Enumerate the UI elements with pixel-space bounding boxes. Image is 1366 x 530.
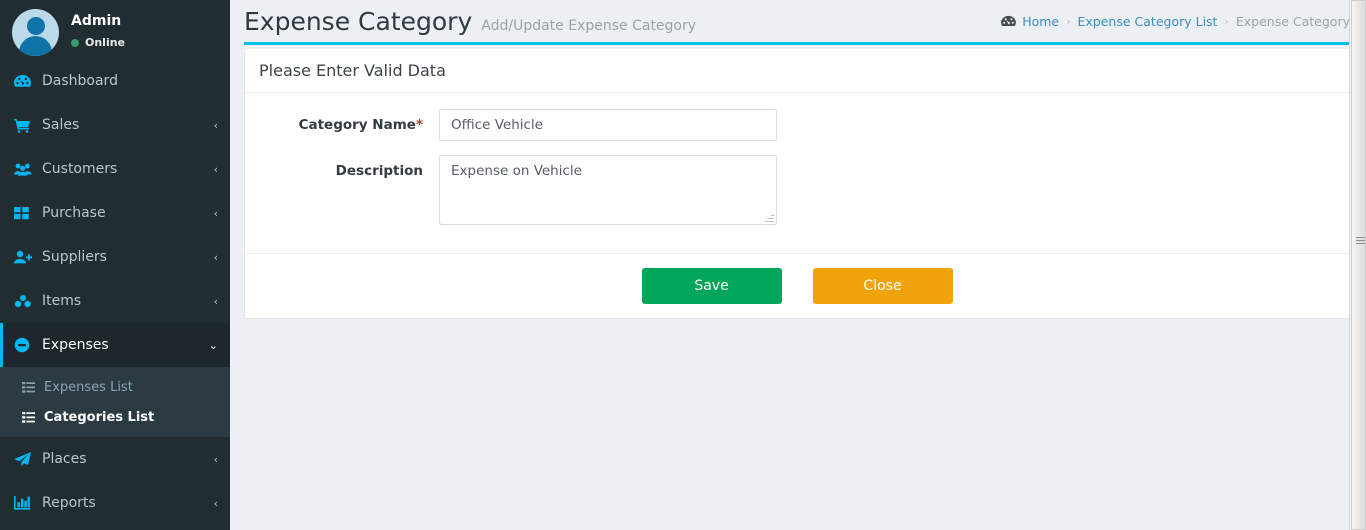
sidebar-menu: Dashboard Sales ‹ Customers ‹ Purchase ‹… <box>0 59 230 525</box>
sidebar-item-arrow: ‹ <box>213 118 218 132</box>
paper-plane-icon <box>14 451 38 467</box>
sidebar-item-label: Purchase <box>42 205 106 221</box>
breadcrumb-separator: › <box>1066 14 1071 28</box>
scrollbar-grip-icon <box>1356 237 1365 246</box>
required-asterisk: * <box>415 117 423 133</box>
sidebar-item-expenses[interactable]: Expenses ⌄ <box>0 323 230 367</box>
sidebar-subitem-expenses-list[interactable]: Expenses List <box>0 372 230 402</box>
users-group-icon <box>14 162 38 176</box>
sidebar-item-arrow: ‹ <box>213 162 218 176</box>
panel-heading: Please Enter Valid Data <box>259 61 446 80</box>
user-info: Admin Online <box>71 9 125 49</box>
panel-body: Category Name* Description <box>245 93 1349 253</box>
sidebar: Admin Online Dashboard Sales ‹ Customers… <box>0 0 230 530</box>
breadcrumb-current: Expense Category <box>1235 13 1350 29</box>
sidebar-item-suppliers[interactable]: Suppliers ‹ <box>0 235 230 279</box>
sidebar-subitem-categories-list[interactable]: Categories List <box>0 402 230 432</box>
description-label: Description <box>259 155 439 179</box>
sidebar-item-label: Places <box>42 451 87 467</box>
description-textarea[interactable] <box>439 155 777 225</box>
form-row-description: Description <box>259 155 1335 225</box>
category-name-label: Category Name* <box>259 109 439 133</box>
expense-category-panel: Please Enter Valid Data Category Name* D… <box>244 49 1350 319</box>
list-icon <box>22 411 42 423</box>
content-header: Expense Category Add/Update Expense Cate… <box>230 0 1366 42</box>
minus-circle-icon <box>14 337 38 353</box>
app-root: Admin Online Dashboard Sales ‹ Customers… <box>0 0 1366 530</box>
dashboard-home-icon <box>1001 15 1017 28</box>
description-textarea-wrap <box>439 155 777 225</box>
sidebar-submenu-expenses: Expenses List Categories List <box>0 367 230 437</box>
category-name-input[interactable] <box>439 109 777 141</box>
accent-bar <box>244 42 1350 45</box>
sidebar-item-purchase[interactable]: Purchase ‹ <box>0 191 230 235</box>
grid-squares-icon <box>14 206 38 220</box>
main-content: Expense Category Add/Update Expense Cate… <box>230 0 1366 530</box>
circle-dot-icon <box>71 38 79 47</box>
user-avatar-icon <box>12 9 59 56</box>
sidebar-item-customers[interactable]: Customers ‹ <box>0 147 230 191</box>
panel-footer: Save Close <box>245 253 1349 318</box>
sidebar-subitem-label: Categories List <box>44 409 155 425</box>
breadcrumb: Home › Expense Category List › Expense C… <box>1001 14 1350 29</box>
save-button[interactable]: Save <box>641 268 782 304</box>
page-subtitle: Add/Update Expense Category <box>481 17 697 34</box>
sidebar-item-reports[interactable]: Reports ‹ <box>0 481 230 525</box>
user-status-label: Online <box>85 36 126 49</box>
sidebar-item-label: Dashboard <box>42 73 118 89</box>
sidebar-item-label: Reports <box>42 495 96 511</box>
sidebar-item-label: Customers <box>42 161 118 177</box>
sidebar-item-label: Suppliers <box>42 249 107 265</box>
category-name-label-text: Category Name <box>298 117 416 133</box>
page-title-group: Expense Category Add/Update Expense Cate… <box>244 9 696 34</box>
breadcrumb-parent-link[interactable]: Expense Category List <box>1078 14 1218 29</box>
shopping-cart-icon <box>14 118 38 133</box>
sidebar-item-places[interactable]: Places ‹ <box>0 437 230 481</box>
sidebar-item-arrow: ‹ <box>213 496 218 510</box>
sidebar-item-sales[interactable]: Sales ‹ <box>0 103 230 147</box>
user-plus-icon <box>14 250 38 264</box>
sidebar-subitem-label: Expenses List <box>44 379 133 395</box>
user-status: Online <box>71 36 125 49</box>
dashboard-tachometer-icon <box>14 74 38 89</box>
chevron-down-icon: ⌄ <box>208 338 218 352</box>
sidebar-item-arrow: ‹ <box>213 452 218 466</box>
form-row-category-name: Category Name* <box>259 109 1335 141</box>
page-title: Expense Category <box>244 6 473 36</box>
panel-header: Please Enter Valid Data <box>245 49 1349 93</box>
sidebar-item-label: Sales <box>42 117 80 133</box>
breadcrumb-home-link[interactable]: Home <box>1022 14 1059 29</box>
description-label-text: Description <box>335 163 423 179</box>
sidebar-item-items[interactable]: Items ‹ <box>0 279 230 323</box>
user-name: Admin <box>71 13 122 29</box>
sidebar-item-arrow: ‹ <box>213 294 218 308</box>
sidebar-item-arrow: ‹ <box>213 250 218 264</box>
bar-chart-icon <box>14 496 38 510</box>
cubes-icon <box>14 294 38 308</box>
vertical-scrollbar[interactable] <box>1349 0 1366 530</box>
breadcrumb-separator: › <box>1224 14 1229 28</box>
description-control <box>439 155 777 225</box>
list-icon <box>22 381 42 393</box>
sidebar-item-label: Expenses <box>42 337 109 353</box>
close-button[interactable]: Close <box>812 268 953 304</box>
sidebar-item-arrow: ‹ <box>213 206 218 220</box>
sidebar-item-label: Items <box>42 293 82 309</box>
category-name-control <box>439 109 777 141</box>
user-panel: Admin Online <box>0 0 230 59</box>
scrollbar-thumb[interactable] <box>1351 0 1366 530</box>
sidebar-item-dashboard[interactable]: Dashboard <box>0 59 230 103</box>
